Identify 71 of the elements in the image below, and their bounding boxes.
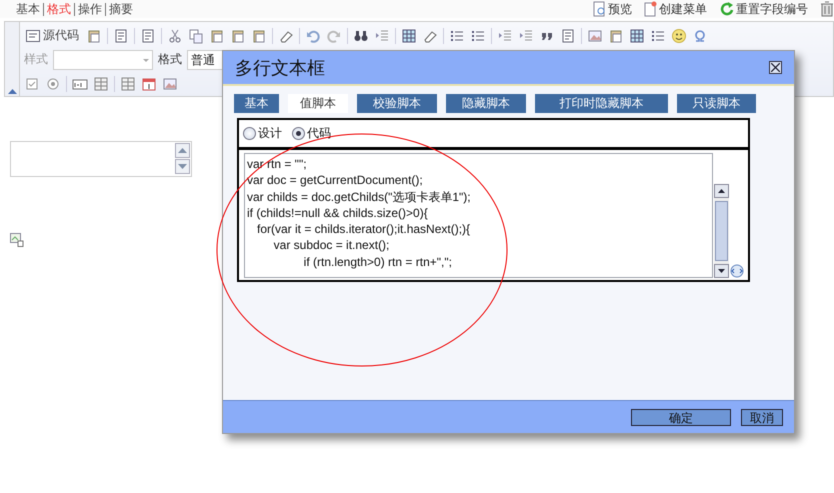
scroll-down-button[interactable]: [714, 264, 729, 278]
expand-editor-icon[interactable]: [730, 264, 744, 278]
image-icon[interactable]: [162, 76, 178, 92]
clipboard-icon[interactable]: [251, 28, 267, 44]
document-icon[interactable]: [113, 28, 129, 44]
collapse-arrow-icon[interactable]: [8, 88, 16, 94]
radio-button[interactable]: [292, 127, 305, 140]
radio-icon[interactable]: [45, 76, 61, 92]
image-icon[interactable]: [587, 28, 603, 44]
clipboard-icon[interactable]: [230, 28, 246, 44]
style-label: 样式: [24, 51, 48, 68]
scroll-up-button[interactable]: [714, 184, 729, 198]
format-label: 格式: [158, 51, 182, 68]
radio-label[interactable]: 代码: [307, 125, 331, 142]
document-icon[interactable]: [140, 28, 156, 44]
close-button[interactable]: [769, 61, 782, 74]
code-line: var childs = doc.getChilds("选项卡表单1");: [247, 188, 472, 205]
indent-icon[interactable]: [497, 28, 513, 44]
dialog-tab[interactable]: 校验脚本: [357, 94, 437, 113]
refresh-icon: [719, 1, 735, 17]
dialog-tab[interactable]: 隐藏脚本: [446, 94, 526, 113]
scissors-icon[interactable]: [167, 28, 183, 44]
indent-icon[interactable]: [518, 28, 534, 44]
table-icon[interactable]: [401, 28, 417, 44]
source-code-button[interactable]: 源代码: [24, 27, 81, 44]
scrollbar-thumb[interactable]: [715, 201, 728, 261]
code-line: for(var it = childs.iterator();it.hasNext();){: [256, 221, 472, 238]
dialog-tab[interactable]: 打印时隐藏脚本: [535, 94, 668, 113]
checkbox-icon[interactable]: [24, 76, 40, 92]
indent-icon[interactable]: [374, 28, 390, 44]
code-editor[interactable]: [244, 153, 713, 278]
top-tab[interactable]: 操作: [74, 2, 105, 16]
copy-icon[interactable]: [188, 28, 204, 44]
toolbar-action[interactable]: 创建菜单: [644, 0, 707, 18]
toolbar-action[interactable]: 预览: [593, 0, 632, 18]
spin-up-button[interactable]: [175, 143, 190, 158]
trash-icon[interactable]: [820, 1, 834, 17]
radio-label[interactable]: 设计: [258, 125, 282, 142]
table-icon[interactable]: [629, 28, 645, 44]
toolbar-action[interactable]: 重置字段编号: [719, 0, 808, 18]
omega-icon[interactable]: [692, 28, 708, 44]
spin-down-button[interactable]: [175, 159, 190, 174]
dialog-tab[interactable]: 只读脚本: [677, 94, 756, 113]
code-line: var rtn = "";: [247, 156, 308, 172]
code-line: var subdoc = it.next();: [272, 237, 390, 254]
top-tab[interactable]: 摘要: [105, 2, 136, 16]
code-line: if (childs!=null && childs.size()>0){: [247, 204, 429, 222]
document-icon[interactable]: [560, 28, 576, 44]
smiley-icon[interactable]: [671, 28, 687, 44]
code-line: var doc = getCurrentDocument();: [247, 172, 424, 189]
calendar-icon[interactable]: [141, 76, 157, 92]
down-arrow-icon: [718, 269, 725, 273]
clipboard-icon[interactable]: [608, 28, 624, 44]
grid-icon[interactable]: [120, 76, 136, 92]
grid-icon[interactable]: [93, 76, 109, 92]
up-arrow-icon: [178, 148, 187, 153]
clipboard-icon[interactable]: [209, 28, 225, 44]
image-field-icon[interactable]: [10, 233, 24, 247]
up-arrow-icon: [718, 189, 725, 193]
clipboard-icon[interactable]: [86, 28, 102, 44]
radio-button[interactable]: [243, 127, 256, 140]
dialog-tab[interactable]: 值脚本: [288, 94, 348, 113]
dialog-tab[interactable]: 基本: [234, 94, 279, 113]
down-arrow-icon: [178, 164, 187, 169]
document-icon: [26, 30, 40, 42]
dialog-button[interactable]: 取消: [741, 408, 783, 426]
code-line: if (rtn.length>0) rtn = rtn+",";: [302, 254, 453, 270]
dialog-button[interactable]: 确定: [631, 408, 731, 426]
spinner-field[interactable]: [10, 141, 192, 177]
top-tab[interactable]: 格式: [43, 2, 74, 16]
top-tab[interactable]: 基本: [16, 2, 43, 16]
